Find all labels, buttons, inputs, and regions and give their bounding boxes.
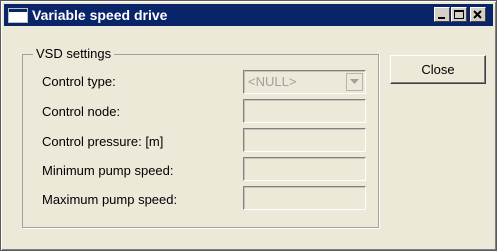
window-title: Variable speed drive	[32, 7, 168, 23]
maximize-icon	[454, 10, 464, 19]
minimum-pump-speed-label: Minimum pump speed:	[42, 163, 174, 178]
title-bar[interactable]: Variable speed drive	[4, 4, 493, 26]
control-node-field[interactable]	[243, 99, 366, 123]
close-window-button[interactable]	[470, 7, 486, 22]
chevron-down-icon	[350, 79, 359, 84]
window-app-icon	[8, 8, 28, 23]
maximize-button[interactable]	[451, 7, 467, 22]
control-type-value: <NULL>	[248, 74, 297, 89]
control-node-label: Control node:	[42, 104, 121, 119]
close-x-icon	[473, 10, 482, 19]
control-pressure-label: Control pressure: [m]	[42, 134, 164, 149]
maximum-pump-speed-field[interactable]	[243, 186, 366, 210]
combo-dropdown-button[interactable]	[346, 73, 363, 91]
close-button[interactable]: Close	[390, 55, 486, 84]
control-type-label: Control type:	[42, 74, 116, 89]
maximum-pump-speed-label: Maximum pump speed:	[42, 192, 178, 207]
group-legend: VSD settings	[33, 46, 115, 62]
minimum-pump-speed-field[interactable]	[243, 157, 366, 181]
control-type-combo[interactable]: <NULL>	[243, 70, 366, 94]
minimize-button[interactable]	[434, 7, 450, 22]
minimize-icon	[438, 17, 445, 19]
control-pressure-field[interactable]	[243, 128, 366, 152]
